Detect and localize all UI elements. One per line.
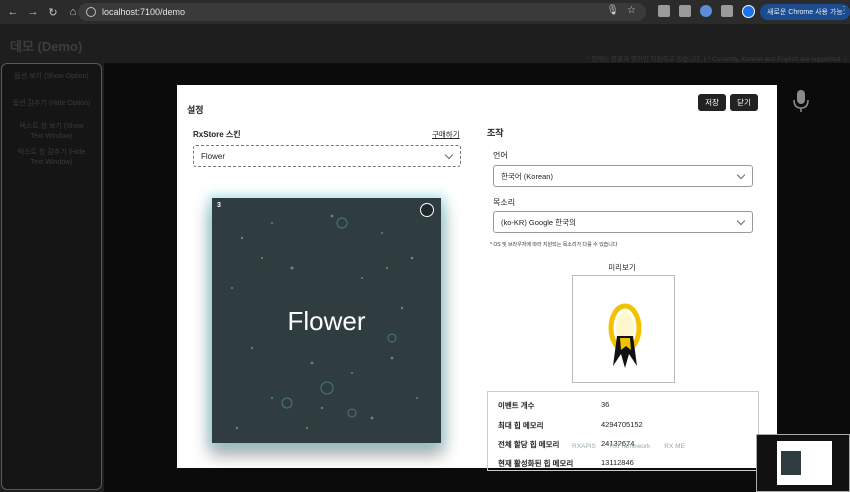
options-sidebar: 옵션 보기 (Show Option) 옵션 감추기 (Hide Option)… [1,63,102,490]
stat-key: 현재 활성화된 힙 메모리 [498,459,574,468]
voice-os-note: * OS 및 브라우저에 따라 지원되는 목소리가 다를 수 있습니다 [490,242,618,248]
stat-key: 최대 힙 메모리 [498,421,544,430]
preview-label: 미리보기 [608,263,636,272]
preview-character-icon [608,303,642,368]
rxmeta-logo: RX ME [664,443,685,450]
save-button[interactable]: 저장 [698,94,726,111]
character-preview [572,275,675,383]
stat-value: 13112846 [601,458,634,467]
language-notice: * 현재는 한글과 영어만 지원하고 있습니다. ( * Currently, … [586,56,846,63]
language-select[interactable]: 한국어 (Korean) [493,165,753,187]
url-text: localhost:7100/demo [102,7,186,17]
site-info-icon[interactable] [86,7,96,17]
close-button[interactable]: 닫기 [730,94,758,111]
extension-icon[interactable] [658,5,670,17]
browser-menu-icon[interactable]: ⋮ [839,5,849,16]
extension-icon[interactable] [679,5,691,17]
extension-icon[interactable] [700,5,712,17]
card-number: 3 [217,202,221,209]
chevron-down-icon [736,170,746,180]
show-text-window-button[interactable]: 텍스트 창 보기 (Show Text Window) [2,122,101,142]
voice-label: 목소리 [493,198,516,207]
skin-select[interactable]: Flower [193,145,461,167]
skin-card: 3 Flower [212,198,441,443]
crown-icon [420,203,434,217]
thumbnail-card [781,451,801,475]
thumbnail-dialog [777,441,832,485]
settings-dialog: 설정 저장 닫기 RxStore 스킨 구매하기 Flower 3 Flower… [177,85,777,471]
rxframework-logo: RxFramework [609,443,651,450]
stat-key: 전체 할당 힙 메모리 [498,440,560,449]
skin-label: RxStore 스킨 [193,130,241,139]
profile-avatar[interactable] [742,5,755,18]
controls-title: 조작 [487,128,504,138]
picture-in-picture-thumbnail[interactable] [756,434,850,492]
voice-select-value: (ko-KR) Google 한국의 [501,217,576,227]
chrome-update-button[interactable]: 새로운 Chrome 사용 가능 [760,4,850,20]
hide-option-button[interactable]: 옵션 감추기 (Hide Option) [2,99,101,109]
language-label: 언어 [493,151,508,160]
chevron-down-icon [736,216,746,226]
memory-stats-panel: 이벤트 개수 36 최대 힙 메모리 4294705152 전체 할당 힙 메모… [487,391,759,471]
chevron-down-icon [444,150,454,160]
microphone-icon[interactable] [793,89,809,113]
back-icon[interactable]: ← [6,5,20,19]
forward-icon[interactable]: → [26,5,40,19]
skin-card-preview: 3 Flower [212,198,441,443]
address-bar[interactable]: localhost:7100/demo [78,3,646,21]
reload-icon[interactable]: ↻ [46,5,60,19]
buy-link[interactable]: 구매하기 [432,129,460,140]
voice-select[interactable]: (ko-KR) Google 한국의 [493,211,753,233]
card-name: Flower [287,306,366,336]
rxapis-logo: RXAPIS [572,443,596,450]
stat-value: 4294705152 [601,420,643,429]
sponsor-logos: RXAPIS RxFramework RX ME [572,443,685,450]
dialog-title: 설정 [187,105,204,115]
hide-text-window-button[interactable]: 텍스트 창 감추기 (Hide Text Window) [2,148,101,168]
voice-search-icon[interactable]: 🎙 [606,5,619,16]
skin-select-value: Flower [201,151,226,161]
address-bar-actions: 🎙 ☆ [606,5,636,16]
show-option-button[interactable]: 옵션 보기 (Show Option) [2,72,101,82]
language-select-value: 한국어 (Korean) [501,171,553,181]
extension-icons [658,5,733,17]
page-title: 데모 (Demo) [10,39,83,54]
bookmark-star-icon[interactable]: ☆ [627,5,636,16]
stat-value: 36 [601,400,610,409]
stat-key: 이벤트 개수 [498,401,535,410]
extensions-puzzle-icon[interactable] [721,5,733,17]
